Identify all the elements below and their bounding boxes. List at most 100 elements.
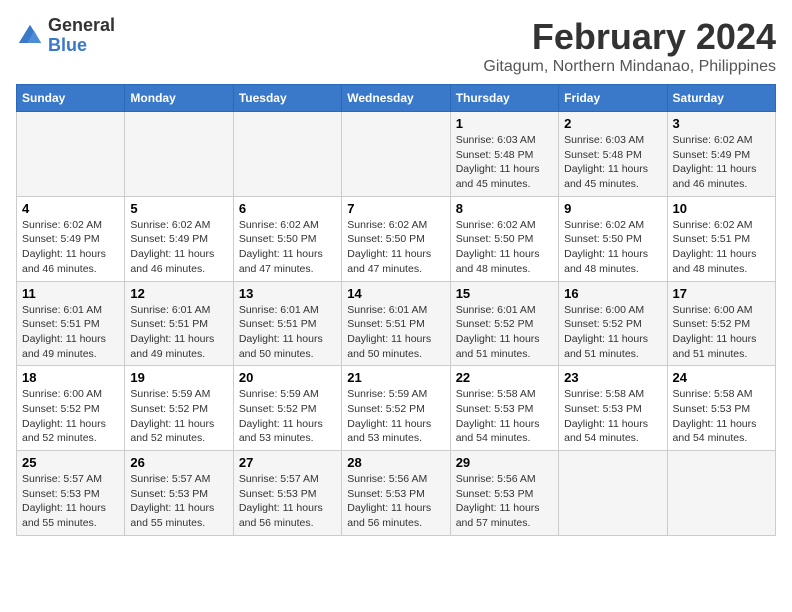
calendar-cell: 15 Sunrise: 6:01 AMSunset: 5:52 PMDayligh… [450, 281, 558, 366]
day-info: Sunrise: 6:02 AMSunset: 5:50 PMDaylight:… [456, 218, 553, 277]
week-row-1: 4 Sunrise: 6:02 AMSunset: 5:49 PMDaylight… [17, 196, 776, 281]
header-day-tuesday: Tuesday [233, 85, 341, 112]
day-number: 16 [564, 286, 661, 301]
calendar-cell: 23Sunrise: 5:58 AMSunset: 5:53 PMDayligh… [559, 366, 667, 451]
calendar-cell: 11 Sunrise: 6:01 AMSunset: 5:51 PMDayligh… [17, 281, 125, 366]
calendar-cell: 5 Sunrise: 6:02 AMSunset: 5:49 PMDaylight… [125, 196, 233, 281]
day-number: 28 [347, 455, 444, 470]
day-number: 11 [22, 286, 119, 301]
week-row-3: 18 Sunrise: 6:00 AMSunset: 5:52 PMDayligh… [17, 366, 776, 451]
calendar-cell: 1 Sunrise: 6:03 AMSunset: 5:48 PMDaylight… [450, 112, 558, 197]
logo-icon [16, 22, 44, 50]
day-number: 22 [456, 370, 553, 385]
day-number: 7 [347, 201, 444, 216]
day-number: 5 [130, 201, 227, 216]
calendar-cell: 19Sunrise: 5:59 AMSunset: 5:52 PMDayligh… [125, 366, 233, 451]
calendar-cell: 6 Sunrise: 6:02 AMSunset: 5:50 PMDaylight… [233, 196, 341, 281]
calendar-cell: 14Sunrise: 6:01 AMSunset: 5:51 PMDayligh… [342, 281, 450, 366]
day-number: 17 [673, 286, 770, 301]
day-info: Sunrise: 6:01 AMSunset: 5:51 PMDaylight:… [239, 303, 336, 362]
calendar-cell [342, 112, 450, 197]
day-number: 27 [239, 455, 336, 470]
day-info: Sunrise: 5:59 AMSunset: 5:52 PMDaylight:… [239, 387, 336, 446]
calendar-cell [233, 112, 341, 197]
day-number: 8 [456, 201, 553, 216]
day-info: Sunrise: 5:57 AMSunset: 5:53 PMDaylight:… [130, 472, 227, 531]
day-info: Sunrise: 5:56 AMSunset: 5:53 PMDaylight:… [347, 472, 444, 531]
day-info: Sunrise: 5:59 AMSunset: 5:52 PMDaylight:… [347, 387, 444, 446]
calendar-cell: 3Sunrise: 6:02 AMSunset: 5:49 PMDaylight… [667, 112, 775, 197]
calendar-cell: 24Sunrise: 5:58 AMSunset: 5:53 PMDayligh… [667, 366, 775, 451]
calendar-cell: 18 Sunrise: 6:00 AMSunset: 5:52 PMDayligh… [17, 366, 125, 451]
day-info: Sunrise: 6:01 AMSunset: 5:51 PMDaylight:… [130, 303, 227, 362]
day-number: 2 [564, 116, 661, 131]
calendar-cell [559, 451, 667, 536]
day-info: Sunrise: 6:02 AMSunset: 5:49 PMDaylight:… [673, 133, 770, 192]
calendar-cell [17, 112, 125, 197]
week-row-4: 25 Sunrise: 5:57 AMSunset: 5:53 PMDayligh… [17, 451, 776, 536]
day-info: Sunrise: 6:02 AMSunset: 5:50 PMDaylight:… [347, 218, 444, 277]
day-info: Sunrise: 5:59 AMSunset: 5:52 PMDaylight:… [130, 387, 227, 446]
calendar-table: SundayMondayTuesdayWednesdayThursdayFrid… [16, 84, 776, 536]
calendar-cell: 10Sunrise: 6:02 AMSunset: 5:51 PMDayligh… [667, 196, 775, 281]
calendar-cell [667, 451, 775, 536]
calendar-header: SundayMondayTuesdayWednesdayThursdayFrid… [17, 85, 776, 112]
logo-text: General Blue [48, 16, 115, 56]
day-info: Sunrise: 6:00 AMSunset: 5:52 PMDaylight:… [564, 303, 661, 362]
header-day-monday: Monday [125, 85, 233, 112]
day-info: Sunrise: 6:00 AMSunset: 5:52 PMDaylight:… [673, 303, 770, 362]
calendar-cell: 4 Sunrise: 6:02 AMSunset: 5:49 PMDaylight… [17, 196, 125, 281]
header-day-friday: Friday [559, 85, 667, 112]
day-number: 25 [22, 455, 119, 470]
header-day-saturday: Saturday [667, 85, 775, 112]
day-number: 21 [347, 370, 444, 385]
calendar-cell: 7 Sunrise: 6:02 AMSunset: 5:50 PMDaylight… [342, 196, 450, 281]
header-day-wednesday: Wednesday [342, 85, 450, 112]
subtitle: Gitagum, Northern Mindanao, Philippines [483, 58, 776, 76]
calendar-cell: 2 Sunrise: 6:03 AMSunset: 5:48 PMDaylight… [559, 112, 667, 197]
calendar-body: 1 Sunrise: 6:03 AMSunset: 5:48 PMDaylight… [17, 112, 776, 536]
logo-line1: General [48, 16, 115, 36]
day-number: 15 [456, 286, 553, 301]
day-info: Sunrise: 6:03 AMSunset: 5:48 PMDaylight:… [456, 133, 553, 192]
day-info: Sunrise: 6:01 AMSunset: 5:51 PMDaylight:… [347, 303, 444, 362]
day-number: 9 [564, 201, 661, 216]
header-day-sunday: Sunday [17, 85, 125, 112]
calendar-cell: 17 Sunrise: 6:00 AMSunset: 5:52 PMDayligh… [667, 281, 775, 366]
day-number: 6 [239, 201, 336, 216]
calendar-cell: 21 Sunrise: 5:59 AMSunset: 5:52 PMDayligh… [342, 366, 450, 451]
week-row-0: 1 Sunrise: 6:03 AMSunset: 5:48 PMDaylight… [17, 112, 776, 197]
day-info: Sunrise: 5:58 AMSunset: 5:53 PMDaylight:… [673, 387, 770, 446]
calendar-cell: 9 Sunrise: 6:02 AMSunset: 5:50 PMDaylight… [559, 196, 667, 281]
calendar-cell: 26 Sunrise: 5:57 AMSunset: 5:53 PMDayligh… [125, 451, 233, 536]
day-info: Sunrise: 6:00 AMSunset: 5:52 PMDaylight:… [22, 387, 119, 446]
day-number: 13 [239, 286, 336, 301]
main-title: February 2024 [483, 16, 776, 58]
logo-line2: Blue [48, 36, 115, 56]
day-info: Sunrise: 6:01 AMSunset: 5:51 PMDaylight:… [22, 303, 119, 362]
day-info: Sunrise: 6:02 AMSunset: 5:50 PMDaylight:… [564, 218, 661, 277]
header-row: SundayMondayTuesdayWednesdayThursdayFrid… [17, 85, 776, 112]
day-number: 20 [239, 370, 336, 385]
day-info: Sunrise: 6:01 AMSunset: 5:52 PMDaylight:… [456, 303, 553, 362]
day-info: Sunrise: 5:56 AMSunset: 5:53 PMDaylight:… [456, 472, 553, 531]
calendar-cell: 29 Sunrise: 5:56 AMSunset: 5:53 PMDayligh… [450, 451, 558, 536]
calendar-cell: 13 Sunrise: 6:01 AMSunset: 5:51 PMDayligh… [233, 281, 341, 366]
day-number: 12 [130, 286, 227, 301]
header: General Blue February 2024 Gitagum, Nort… [16, 16, 776, 76]
day-number: 4 [22, 201, 119, 216]
day-info: Sunrise: 5:58 AMSunset: 5:53 PMDaylight:… [456, 387, 553, 446]
day-info: Sunrise: 6:02 AMSunset: 5:50 PMDaylight:… [239, 218, 336, 277]
day-number: 1 [456, 116, 553, 131]
day-number: 18 [22, 370, 119, 385]
day-number: 26 [130, 455, 227, 470]
day-info: Sunrise: 6:03 AMSunset: 5:48 PMDaylight:… [564, 133, 661, 192]
logo: General Blue [16, 16, 115, 56]
day-number: 29 [456, 455, 553, 470]
day-info: Sunrise: 6:02 AMSunset: 5:49 PMDaylight:… [22, 218, 119, 277]
calendar-cell: 16 Sunrise: 6:00 AMSunset: 5:52 PMDayligh… [559, 281, 667, 366]
day-info: Sunrise: 5:58 AMSunset: 5:53 PMDaylight:… [564, 387, 661, 446]
day-info: Sunrise: 6:02 AMSunset: 5:51 PMDaylight:… [673, 218, 770, 277]
day-info: Sunrise: 6:02 AMSunset: 5:49 PMDaylight:… [130, 218, 227, 277]
calendar-cell: 12 Sunrise: 6:01 AMSunset: 5:51 PMDayligh… [125, 281, 233, 366]
